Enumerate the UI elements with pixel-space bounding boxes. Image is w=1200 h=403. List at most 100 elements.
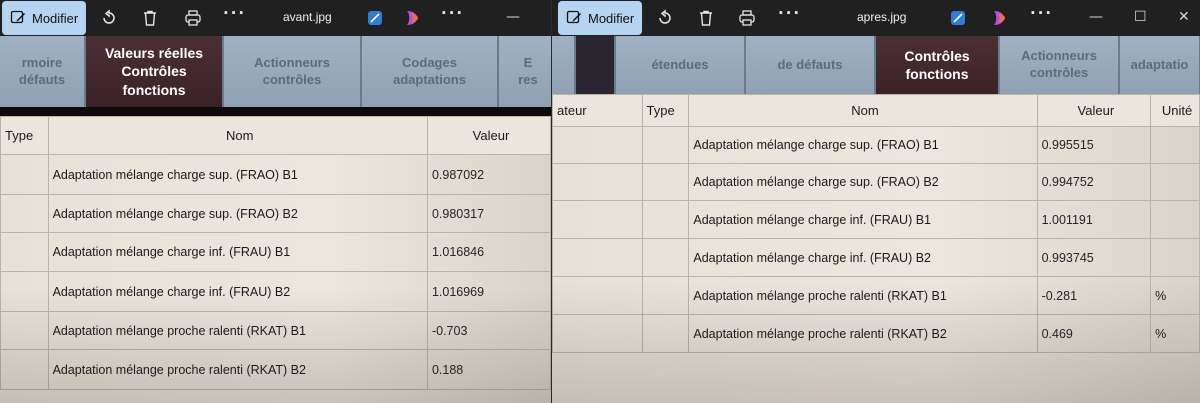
image-editor-icon[interactable] <box>946 6 970 30</box>
cell-valeur: 0.980317 <box>426 194 551 233</box>
table-row[interactable]: Adaptation mélange proche ralenti (RKAT)… <box>552 276 1200 315</box>
values-table-area: ateur Type Nom Valeur Unité Adaptation m… <box>552 94 1200 403</box>
table-row[interactable]: Adaptation mélange proche ralenti (RKAT)… <box>0 311 551 350</box>
viewer-toolbar: Modifier ··· apres.jpg ··· — ☐ ✕ <box>552 0 1200 36</box>
cell-valeur: 0.469 <box>1036 314 1152 353</box>
cell-valeur: 1.016846 <box>426 232 551 272</box>
cell-nom: Adaptation mélange charge inf. (FRAU) B2 <box>688 238 1038 277</box>
edit-image-icon <box>566 9 582 28</box>
cell-valeur: -0.703 <box>426 311 551 350</box>
cell-unite: % <box>1150 314 1200 353</box>
close-button[interactable]: ✕ <box>1178 9 1190 25</box>
cell-valeur: 1.001191 <box>1036 200 1152 239</box>
cell-type <box>0 232 49 272</box>
tab-partial-left[interactable] <box>552 36 576 94</box>
table-row[interactable]: Adaptation mélange proche ralenti (RKAT)… <box>552 314 1200 353</box>
table-row[interactable]: Adaptation mélange charge inf. (FRAU) B2… <box>0 271 551 312</box>
tab-actionneurs-controles[interactable]: Actionneurs contrôles <box>224 36 362 107</box>
trash-icon[interactable] <box>694 6 718 30</box>
modifier-button[interactable]: Modifier <box>558 1 642 35</box>
tab-memoire-defauts[interactable]: de défauts <box>746 36 876 94</box>
tab-gap <box>576 36 616 94</box>
cell-unite <box>1150 163 1200 201</box>
cell-nom: Adaptation mélange proche ralenti (RKAT)… <box>47 349 428 390</box>
viewer-toolbar: Modifier ··· avant.jpg ··· — <box>0 0 551 36</box>
column-header-valeur: Valeur <box>426 116 551 155</box>
cell-valeur: 0.993745 <box>1036 238 1152 277</box>
image-editor-icon[interactable] <box>363 6 387 30</box>
tab-adaptations[interactable]: adaptatio <box>1120 36 1200 94</box>
photo-content: rmoire défauts Valeurs réelles Contrôles… <box>0 36 551 403</box>
cell-type <box>641 276 690 315</box>
cell-ateur <box>552 238 643 277</box>
table-row[interactable]: Adaptation mélange charge sup. (FRAO) B2… <box>552 163 1200 201</box>
values-table: ateur Type Nom Valeur Unité Adaptation m… <box>552 94 1200 353</box>
rotate-icon[interactable] <box>97 6 121 30</box>
column-header-ateur: ateur <box>552 94 643 127</box>
cell-nom: Adaptation mélange charge sup. (FRAO) B1 <box>688 126 1038 164</box>
cell-nom: Adaptation mélange charge sup. (FRAO) B1 <box>47 154 428 195</box>
cell-valeur: 0.987092 <box>426 154 551 195</box>
cell-unite <box>1150 126 1200 164</box>
cell-ateur <box>552 163 643 201</box>
rotate-icon[interactable] <box>653 6 677 30</box>
table-header-row: Type Nom Valeur <box>0 116 551 155</box>
copilot-icon[interactable] <box>987 6 1011 30</box>
cell-nom: Adaptation mélange proche ralenti (RKAT)… <box>688 314 1038 353</box>
tab-controles-fonctions[interactable]: Contrôles fonctions <box>876 36 1000 94</box>
column-header-nom: Nom <box>47 116 428 155</box>
cell-type <box>0 271 49 312</box>
edit-image-icon <box>10 9 26 28</box>
table-row[interactable]: Adaptation mélange charge inf. (FRAU) B1… <box>0 232 551 272</box>
minimize-button[interactable]: — <box>1089 9 1103 25</box>
printer-icon[interactable] <box>735 6 759 30</box>
cell-unite <box>1150 200 1200 239</box>
trash-icon[interactable] <box>138 6 162 30</box>
cell-nom: Adaptation mélange charge sup. (FRAO) B2 <box>47 194 428 233</box>
cell-ateur <box>552 200 643 239</box>
printer-icon[interactable] <box>181 6 205 30</box>
tab-controles-fonctions[interactable]: Valeurs réelles Contrôles fonctions <box>86 36 224 107</box>
cell-valeur: 1.016969 <box>426 271 551 312</box>
table-row[interactable]: Adaptation mélange charge sup. (FRAO) B2… <box>0 194 551 233</box>
cell-type <box>0 154 49 195</box>
more-options-button[interactable]: ··· <box>223 4 246 22</box>
tab-etendues[interactable]: étendues <box>616 36 746 94</box>
cell-nom: Adaptation mélange charge inf. (FRAU) B2 <box>47 271 428 312</box>
table-row[interactable]: Adaptation mélange charge sup. (FRAO) B1… <box>552 126 1200 164</box>
values-table-area: Type Nom Valeur Adaptation mélange charg… <box>0 116 551 403</box>
cell-unite <box>1150 238 1200 277</box>
cell-nom: Adaptation mélange proche ralenti (RKAT)… <box>688 276 1038 315</box>
tab-codages-adaptations[interactable]: Codages adaptations <box>362 36 499 107</box>
column-header-valeur: Valeur <box>1036 94 1152 127</box>
table-row[interactable]: Adaptation mélange charge sup. (FRAO) B1… <box>0 154 551 195</box>
cell-valeur: 0.994752 <box>1036 163 1152 201</box>
values-table: Type Nom Valeur Adaptation mélange charg… <box>0 116 551 390</box>
modifier-button[interactable]: Modifier <box>2 1 86 35</box>
more-options-button[interactable]: ··· <box>778 4 801 22</box>
column-header-unite: Unité <box>1150 94 1200 127</box>
tab-actionneurs-controles[interactable]: Actionneurs contrôles <box>1000 36 1120 94</box>
tab-memoire-defauts[interactable]: rmoire défauts <box>0 36 86 107</box>
more-options-button-2[interactable]: ··· <box>441 4 464 22</box>
table-row[interactable]: Adaptation mélange charge inf. (FRAU) B2… <box>552 238 1200 277</box>
file-name: apres.jpg <box>857 10 907 24</box>
cell-type <box>641 314 690 353</box>
cell-nom: Adaptation mélange charge inf. (FRAU) B1 <box>47 232 428 272</box>
photo-content: étendues de défauts Contrôles fonctions … <box>552 36 1200 403</box>
cell-nom: Adaptation mélange charge sup. (FRAO) B2 <box>688 163 1038 201</box>
table-row[interactable]: Adaptation mélange charge inf. (FRAU) B1… <box>552 200 1200 239</box>
cell-type <box>641 200 690 239</box>
left-photo-viewer: Modifier ··· avant.jpg ··· — rmoire défa… <box>0 0 551 403</box>
cell-type <box>641 163 690 201</box>
more-options-button-2[interactable]: ··· <box>1030 4 1053 22</box>
cell-ateur <box>552 314 643 353</box>
table-row[interactable]: Adaptation mélange proche ralenti (RKAT)… <box>0 349 551 390</box>
cell-ateur <box>552 126 643 164</box>
minimize-button[interactable]: — <box>506 9 520 25</box>
copilot-icon[interactable] <box>400 6 424 30</box>
tab-partial[interactable]: E res <box>499 36 551 107</box>
table-header-row: ateur Type Nom Valeur Unité <box>552 94 1200 127</box>
maximize-button[interactable]: ☐ <box>1134 9 1147 25</box>
right-photo-viewer: Modifier ··· apres.jpg ··· — ☐ ✕ étendue… <box>551 0 1200 403</box>
